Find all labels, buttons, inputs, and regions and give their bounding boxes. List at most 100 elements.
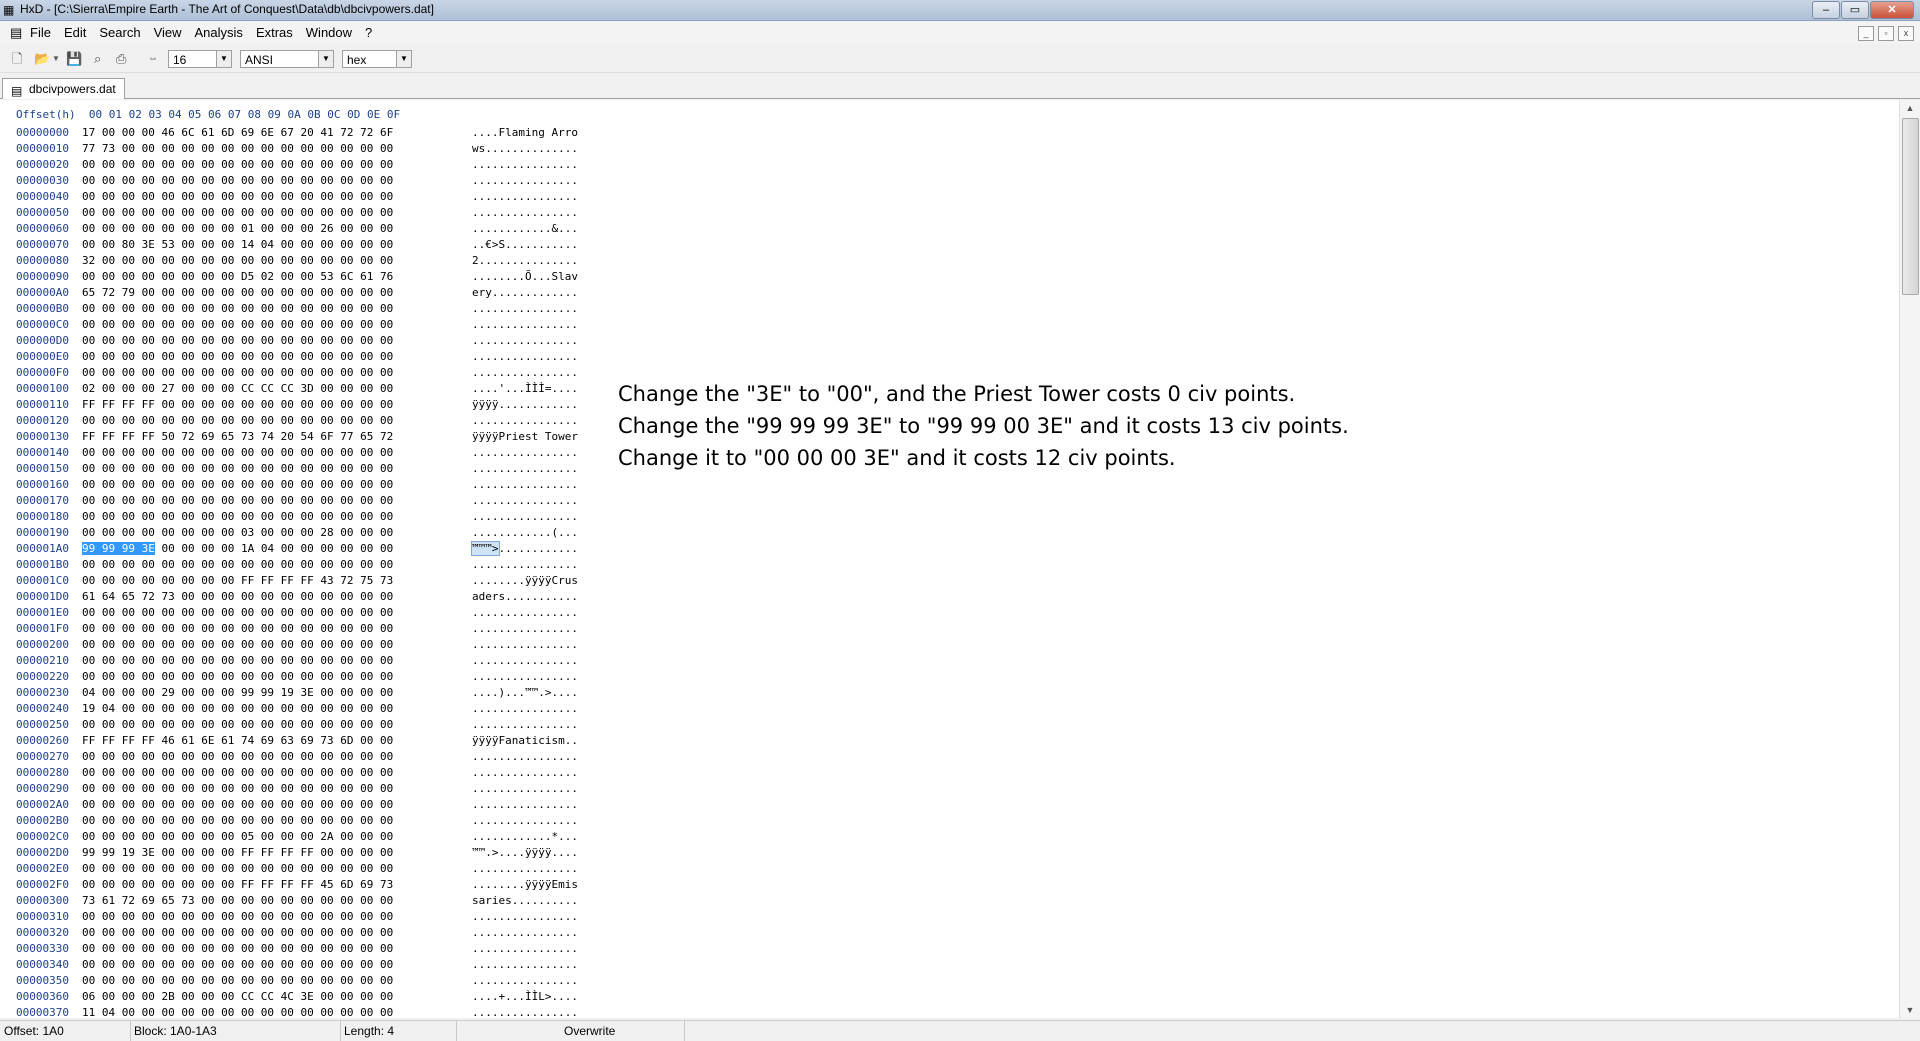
row-hex-bytes[interactable]: 00 00 00 00 00 00 00 00 00 00 00 00 00 0… [82, 493, 472, 509]
row-hex-bytes[interactable]: 00 00 80 3E 53 00 00 00 14 04 00 00 00 0… [82, 237, 472, 253]
row-ascii[interactable]: ............*... [472, 829, 578, 845]
charset-select[interactable]: ANSI ▼ [240, 50, 334, 68]
row-ascii[interactable]: ................ [472, 205, 578, 221]
scroll-thumb[interactable] [1902, 118, 1919, 295]
row-ascii[interactable]: ÿÿÿÿ............ [472, 397, 578, 413]
row-ascii[interactable]: ................ [472, 349, 578, 365]
menu-analysis[interactable]: Analysis [195, 25, 243, 40]
row-hex-bytes[interactable]: 61 64 65 72 73 00 00 00 00 00 00 00 00 0… [82, 589, 472, 605]
row-ascii[interactable]: ................ [472, 669, 578, 685]
row-hex-bytes[interactable]: FF FF FF FF 46 61 6E 61 74 69 63 69 73 6… [82, 733, 472, 749]
row-ascii[interactable]: ................ [472, 365, 578, 381]
row-hex-bytes[interactable]: 00 00 00 00 00 00 00 00 00 00 00 00 00 0… [82, 477, 472, 493]
row-ascii[interactable]: ................ [472, 957, 578, 973]
row-ascii[interactable]: ................ [472, 333, 578, 349]
selected-bytes[interactable]: 99 99 99 3E [82, 542, 155, 555]
row-hex-bytes[interactable]: 65 72 79 00 00 00 00 00 00 00 00 00 00 0… [82, 285, 472, 301]
row-ascii[interactable]: ................ [472, 925, 578, 941]
row-ascii[interactable]: ................ [472, 717, 578, 733]
row-hex-bytes[interactable]: 00 00 00 00 00 00 00 00 00 00 00 00 00 0… [82, 189, 472, 205]
row-hex-bytes[interactable]: 00 00 00 00 00 00 00 00 00 00 00 00 00 0… [82, 765, 472, 781]
row-ascii[interactable]: ....Flaming Arro [472, 125, 578, 141]
row-ascii[interactable]: ................ [472, 797, 578, 813]
row-ascii[interactable]: ....)...™™.>.... [472, 685, 578, 701]
menu-extras[interactable]: Extras [256, 25, 293, 40]
row-hex-bytes[interactable]: 00 00 00 00 00 00 00 00 00 00 00 00 00 0… [82, 349, 472, 365]
row-hex-bytes[interactable]: 00 00 00 00 00 00 00 00 00 00 00 00 00 0… [82, 557, 472, 573]
mdi-close-icon[interactable]: x [1898, 26, 1914, 41]
row-ascii[interactable]: ................ [472, 813, 578, 829]
row-hex-bytes[interactable]: 00 00 00 00 00 00 00 00 00 00 00 00 00 0… [82, 749, 472, 765]
menu-help[interactable]: ? [365, 25, 372, 40]
tab-dbcivpowers[interactable]: ▤ dbcivpowers.dat [2, 78, 125, 99]
row-ascii[interactable]: ................ [472, 157, 578, 173]
document-menu-icon[interactable]: ▤ [10, 25, 22, 41]
print-icon[interactable]: ⎙ [116, 50, 126, 68]
row-ascii[interactable]: saries.......... [472, 893, 578, 909]
row-ascii[interactable]: ................ [472, 557, 578, 573]
row-ascii[interactable]: ™™.>....ÿÿÿÿ.... [472, 845, 578, 861]
row-ascii[interactable]: ÿÿÿÿPriest Tower [472, 429, 578, 445]
offset-base-select[interactable]: hex ▼ [342, 50, 412, 68]
row-hex-bytes[interactable]: 00 00 00 00 00 00 00 00 00 00 00 00 00 0… [82, 413, 472, 429]
row-hex-bytes[interactable]: 99 99 99 3E 00 00 00 00 1A 04 00 00 00 0… [82, 541, 472, 557]
row-hex-bytes[interactable]: 00 00 00 00 00 00 00 00 00 00 00 00 00 0… [82, 813, 472, 829]
row-ascii[interactable]: ™™™>............ [471, 541, 578, 557]
row-ascii[interactable]: ................ [472, 461, 578, 477]
row-hex-bytes[interactable]: 00 00 00 00 00 00 00 00 00 00 00 00 00 0… [82, 909, 472, 925]
row-hex-bytes[interactable]: 00 00 00 00 00 00 00 00 00 00 00 00 00 0… [82, 941, 472, 957]
row-ascii[interactable]: ................ [472, 493, 578, 509]
scroll-up-icon[interactable]: ▲ [1900, 100, 1920, 116]
hex-editor[interactable]: Offset(h) 00 01 02 03 04 05 06 07 08 09 … [0, 100, 1900, 1018]
row-ascii[interactable]: ws.............. [472, 141, 578, 157]
row-hex-bytes[interactable]: 00 00 00 00 00 00 00 00 D5 02 00 00 53 6… [82, 269, 472, 285]
menu-edit[interactable]: Edit [64, 25, 86, 40]
row-hex-bytes[interactable]: 00 00 00 00 00 00 00 00 00 00 00 00 00 0… [82, 781, 472, 797]
row-hex-bytes[interactable]: 00 00 00 00 00 00 00 00 00 00 00 00 00 0… [82, 925, 472, 941]
row-ascii[interactable]: ....+...ÌÌL>.... [472, 989, 578, 1005]
selected-ascii[interactable]: ™™™> [471, 541, 500, 556]
row-ascii[interactable]: ........ÿÿÿÿCrus [472, 573, 578, 589]
row-ascii[interactable]: ........ÿÿÿÿEmis [472, 877, 578, 893]
row-hex-bytes[interactable]: 00 00 00 00 00 00 00 00 00 00 00 00 00 0… [82, 653, 472, 669]
row-hex-bytes[interactable]: 00 00 00 00 00 00 00 00 00 00 00 00 00 0… [82, 973, 472, 989]
row-hex-bytes[interactable]: 11 04 00 00 00 00 00 00 00 00 00 00 00 0… [82, 1005, 472, 1018]
row-ascii[interactable]: ................ [472, 749, 578, 765]
row-ascii[interactable]: ery............. [472, 285, 578, 301]
row-ascii[interactable]: ................ [472, 621, 578, 637]
menu-file[interactable]: File [30, 25, 51, 40]
open-dropdown-icon[interactable]: ▼ [52, 50, 60, 68]
row-hex-bytes[interactable]: 00 00 00 00 00 00 00 00 03 00 00 00 28 0… [82, 525, 472, 541]
row-hex-bytes[interactable]: 00 00 00 00 00 00 00 00 00 00 00 00 00 0… [82, 205, 472, 221]
row-ascii[interactable]: ................ [472, 765, 578, 781]
menu-search[interactable]: Search [99, 25, 140, 40]
row-hex-bytes[interactable]: 06 00 00 00 2B 00 00 00 CC CC 4C 3E 00 0… [82, 989, 472, 1005]
row-hex-bytes[interactable]: FF FF FF FF 00 00 00 00 00 00 00 00 00 0… [82, 397, 472, 413]
row-hex-bytes[interactable]: 32 00 00 00 00 00 00 00 00 00 00 00 00 0… [82, 253, 472, 269]
mdi-minimize-icon[interactable]: _ [1858, 26, 1874, 41]
row-hex-bytes[interactable]: 00 00 00 00 00 00 00 00 00 00 00 00 00 0… [82, 621, 472, 637]
row-hex-bytes[interactable]: 00 00 00 00 00 00 00 00 05 00 00 00 2A 0… [82, 829, 472, 845]
row-hex-bytes[interactable]: 00 00 00 00 00 00 00 00 00 00 00 00 00 0… [82, 797, 472, 813]
status-mode[interactable]: Overwrite [560, 1021, 685, 1041]
row-hex-bytes[interactable]: FF FF FF FF 50 72 69 65 73 74 20 54 6F 7… [82, 429, 472, 445]
row-hex-bytes[interactable]: 02 00 00 00 27 00 00 00 CC CC CC 3D 00 0… [82, 381, 472, 397]
row-ascii[interactable]: ................ [472, 637, 578, 653]
row-ascii[interactable]: ................ [472, 509, 578, 525]
row-hex-bytes[interactable]: 00 00 00 00 00 00 00 00 00 00 00 00 00 0… [82, 445, 472, 461]
row-ascii[interactable]: ................ [472, 909, 578, 925]
minimize-button[interactable]: – [1812, 1, 1840, 19]
row-ascii[interactable]: ................ [472, 861, 578, 877]
row-ascii[interactable]: ................ [472, 173, 578, 189]
row-hex-bytes[interactable]: 77 73 00 00 00 00 00 00 00 00 00 00 00 0… [82, 141, 472, 157]
row-ascii[interactable]: 2............... [472, 253, 578, 269]
row-ascii[interactable]: ................ [472, 189, 578, 205]
row-hex-rest[interactable]: 00 00 00 00 1A 04 00 00 00 00 00 00 [155, 542, 393, 555]
row-ascii[interactable]: ................ [472, 701, 578, 717]
row-hex-bytes[interactable]: 00 00 00 00 00 00 00 00 00 00 00 00 00 0… [82, 509, 472, 525]
row-hex-bytes[interactable]: 00 00 00 00 00 00 00 00 00 00 00 00 00 0… [82, 861, 472, 877]
row-hex-bytes[interactable]: 00 00 00 00 00 00 00 00 00 00 00 00 00 0… [82, 157, 472, 173]
row-hex-bytes[interactable]: 00 00 00 00 00 00 00 00 00 00 00 00 00 0… [82, 461, 472, 477]
row-ascii[interactable]: ................ [472, 973, 578, 989]
row-hex-bytes[interactable]: 00 00 00 00 00 00 00 00 00 00 00 00 00 0… [82, 173, 472, 189]
